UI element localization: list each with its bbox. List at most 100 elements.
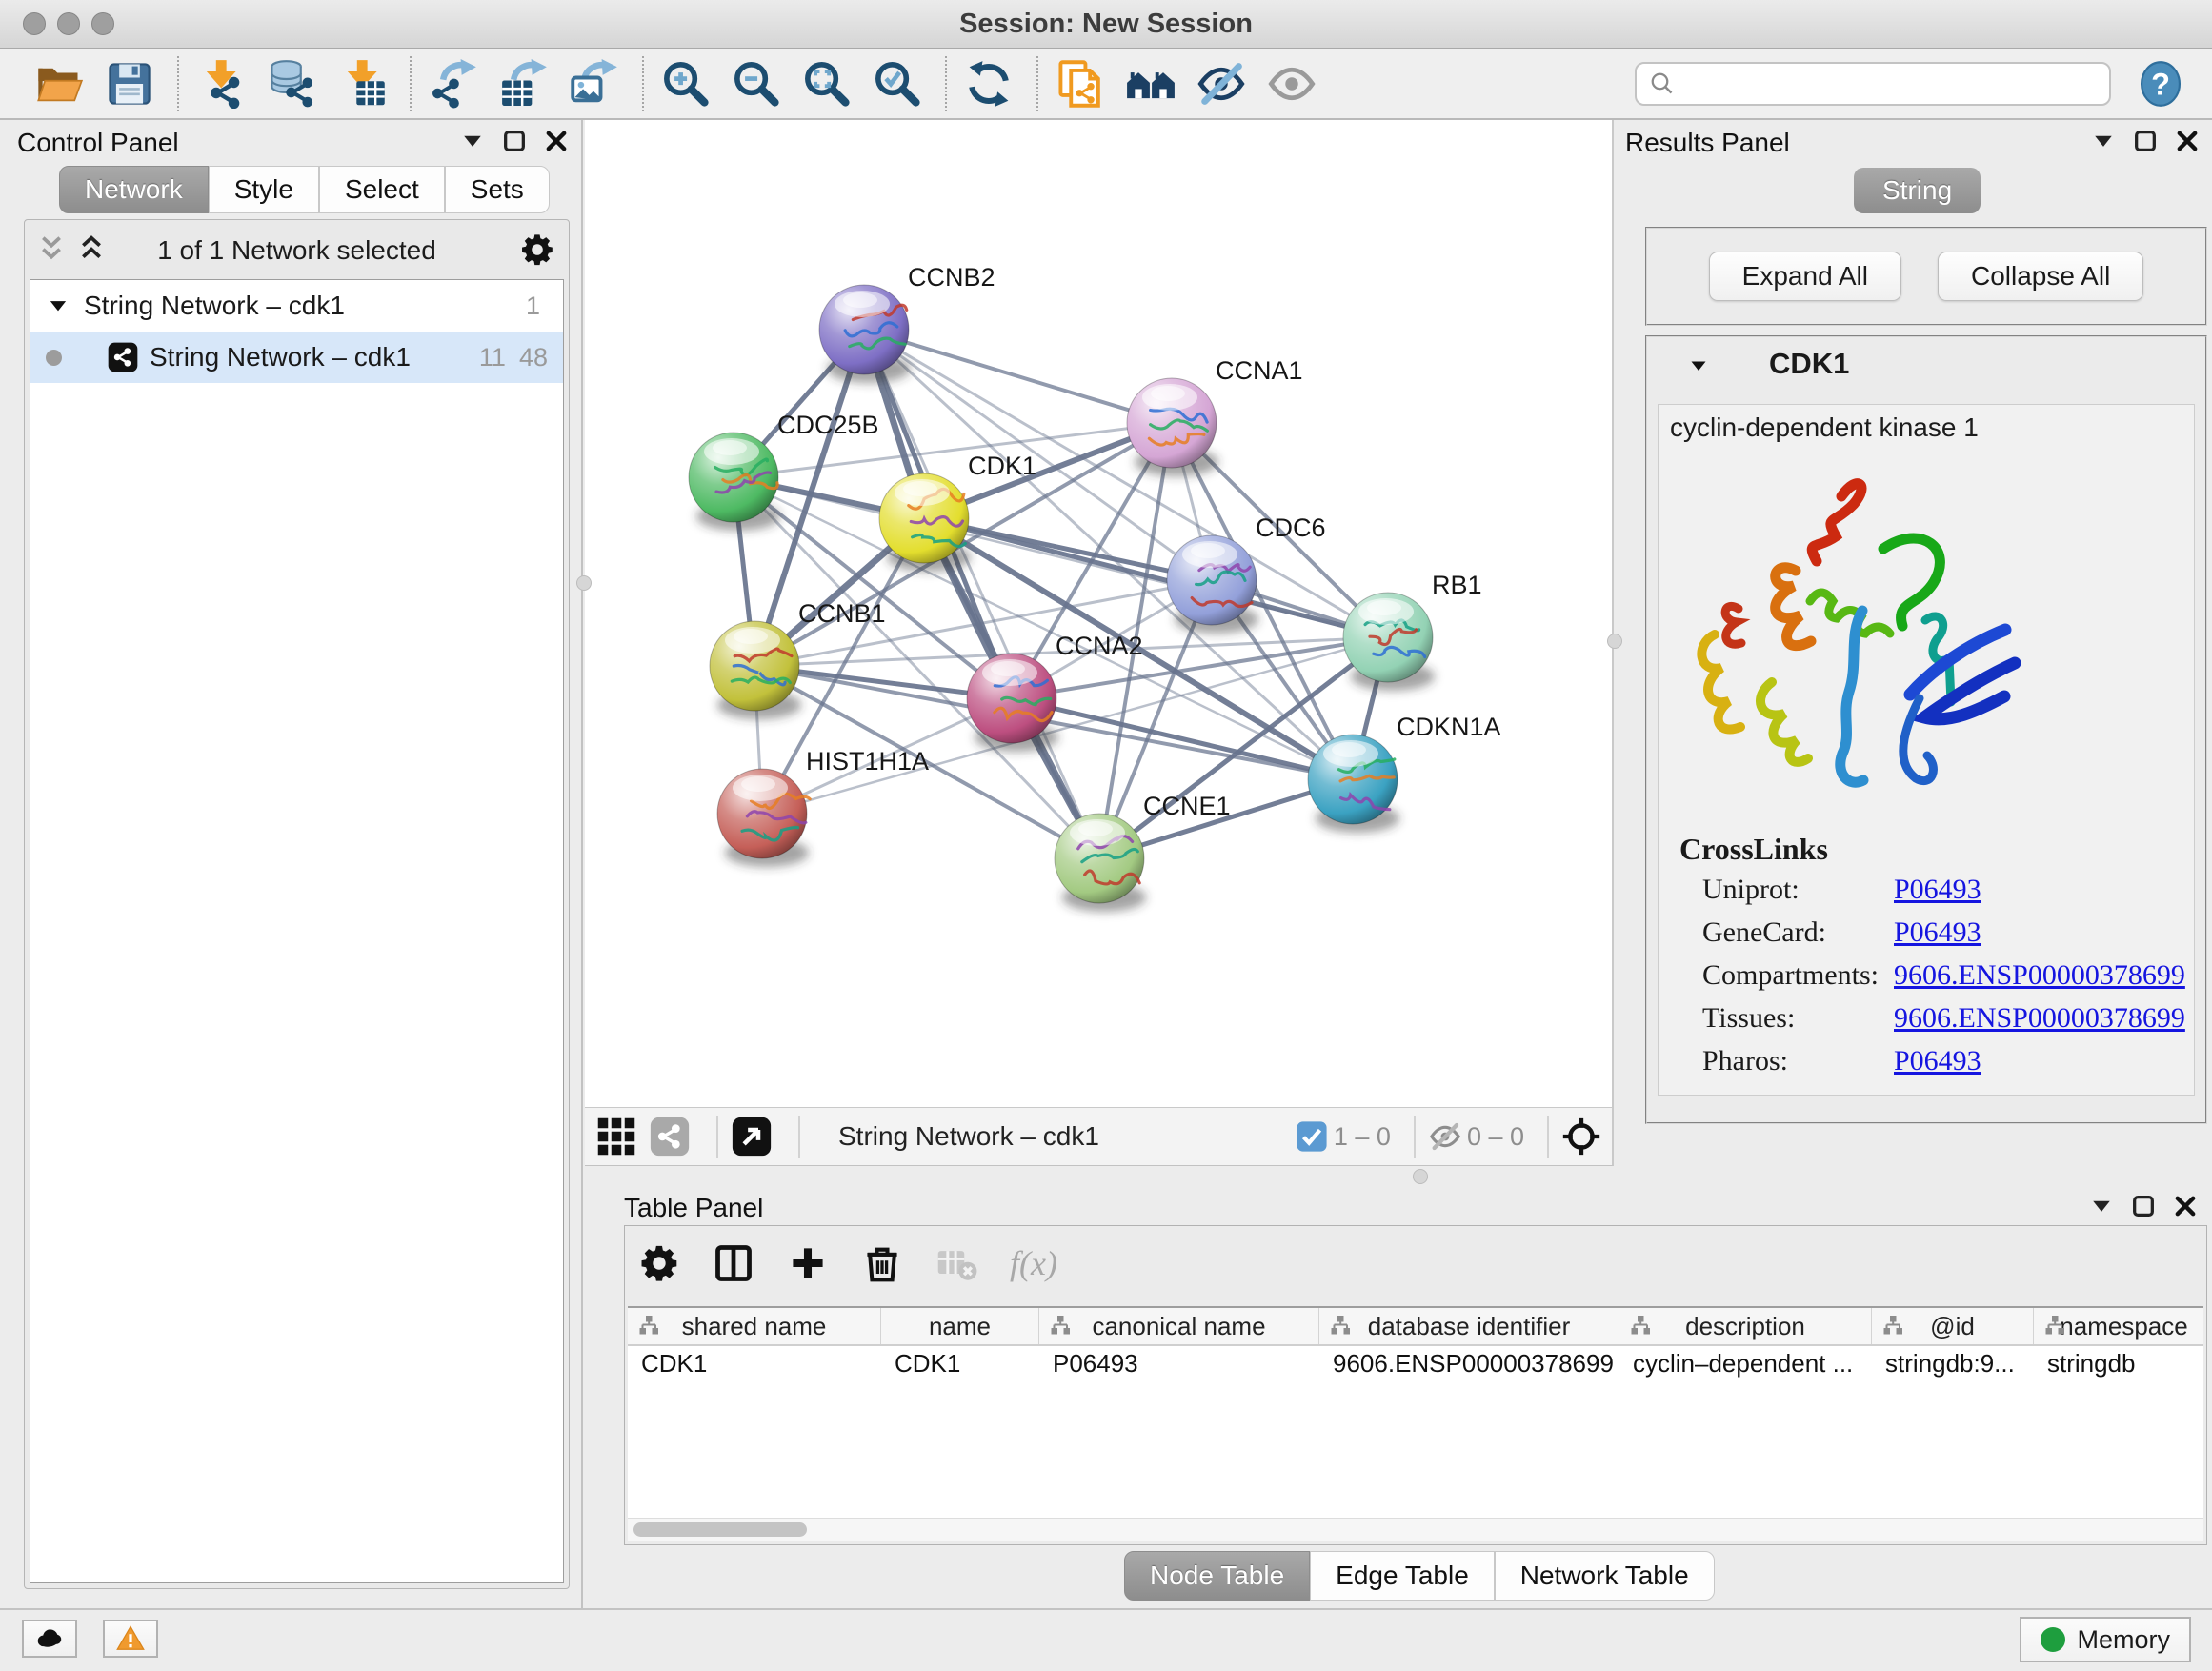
zoom-in-button[interactable] [659,57,713,111]
tab-string[interactable]: String [1854,168,1981,213]
selected-nodes-checkbox-icon[interactable] [1296,1120,1328,1153]
crosslink-value-link[interactable]: P06493 [1894,1045,1981,1077]
node-HIST1H1A[interactable]: HIST1H1A [717,747,929,867]
birds-eye-view-button[interactable] [732,1117,772,1157]
create-column-button[interactable] [787,1242,829,1284]
open-session-button[interactable] [32,57,86,111]
node-CCNA1[interactable]: CCNA1 [1127,356,1303,476]
left-splitter-handle[interactable] [576,575,592,591]
import-network-file-button[interactable] [194,57,248,111]
zoom-out-button[interactable] [730,57,783,111]
apply-layout-button[interactable] [962,57,1016,111]
column-header-@id[interactable]: @id [1872,1308,2034,1344]
zoom-selected-button[interactable] [871,57,924,111]
node-CDK1[interactable]: CDK1 [879,452,1036,572]
hide-selected-icon [1196,59,1246,109]
section-expander-icon[interactable] [1687,354,1710,377]
crosslink-label: GeneCard: [1702,916,1826,949]
control-panel-header: Control Panel [0,120,581,162]
crosslink-row: Tissues:9606.ENSP00000378699 [1702,1002,2184,1042]
search-input[interactable] [1684,68,2098,99]
network-canvas[interactable]: CCNB2CCNA1CDC25BCDK1CDC6RB1CCNB1CCNA2CDK… [585,120,1614,1107]
hide-selected-button[interactable] [1195,57,1248,111]
tab-edge-table[interactable]: Edge Table [1310,1551,1495,1601]
delete-column-button[interactable] [861,1242,903,1284]
edge-CCNB2-CCNA1[interactable] [864,330,1172,423]
table-cell: stringdb [2034,1349,2203,1379]
fit-content-button[interactable] [800,57,854,111]
crosslink-value-link[interactable]: P06493 [1894,874,1981,906]
network-options-button[interactable] [519,232,555,272]
tab-sets[interactable]: Sets [445,166,550,213]
column-header-namespace[interactable]: namespace [2034,1308,2203,1344]
collection-expander-icon[interactable] [46,293,70,318]
collapse-all-button[interactable]: Collapse All [1938,252,2143,301]
gear-icon [638,1242,680,1284]
crosslink-value-link[interactable]: 9606.ENSP00000378699 [1894,959,2185,992]
close-panel-icon[interactable] [2172,1193,2199,1219]
edge-CCNB2-CCNE1[interactable] [864,330,1099,858]
column-header-shared-name[interactable]: shared name [628,1308,881,1344]
help-icon: ? [2136,59,2185,109]
undock-panel-icon[interactable] [501,128,528,154]
table-row[interactable]: CDK1CDK1P064939606.ENSP00000378699cyclin… [628,1344,2203,1382]
tab-network[interactable]: Network [59,166,209,213]
save-session-button[interactable] [103,57,156,111]
network-collection-row[interactable]: String Network – cdk1 1 [30,280,563,332]
memory-button[interactable]: Memory [2020,1617,2191,1662]
undock-panel-icon[interactable] [2130,1193,2157,1219]
import-table-file-icon [337,59,387,109]
tab-style[interactable]: Style [209,166,319,213]
network-row[interactable]: String Network – cdk1 11 48 [30,332,563,383]
protein-section-header[interactable]: CDK1 [1647,337,2205,393]
show-columns-button[interactable] [713,1242,754,1284]
warnings-button[interactable] [103,1620,158,1658]
delete-table-button[interactable] [935,1242,977,1284]
tab-network-table[interactable]: Network Table [1495,1551,1715,1601]
tab-node-table[interactable]: Node Table [1124,1551,1310,1601]
node-CDKN1A[interactable]: CDKN1A [1308,713,1501,833]
crosslink-value-link[interactable]: 9606.ENSP00000378699 [1894,1002,2185,1035]
function-builder-button[interactable]: f(x) [1010,1243,1057,1283]
undock-panel-icon[interactable] [2132,128,2159,154]
edge-CCNA2-CDKN1A[interactable] [1012,698,1353,779]
network-view-icon[interactable] [650,1117,690,1157]
first-neighbors-button[interactable] [1124,57,1177,111]
close-panel-icon[interactable] [543,128,570,154]
node-RB1[interactable]: RB1 [1343,571,1482,691]
export-image-button[interactable] [568,57,621,111]
crosslink-value-link[interactable]: P06493 [1894,916,1981,949]
string-network-graph[interactable]: CCNB2CCNA1CDC25BCDK1CDC6RB1CCNB1CCNA2CDK… [585,120,1612,1105]
bottom-splitter-handle[interactable] [1413,1169,1428,1184]
export-network-button[interactable] [427,57,480,111]
show-all-button[interactable] [1265,57,1318,111]
node-CCNE1[interactable]: CCNE1 [1055,792,1231,912]
tab-select[interactable]: Select [319,166,445,213]
hidden-nodes-icon[interactable] [1429,1120,1461,1153]
close-panel-icon[interactable] [2174,128,2201,154]
column-header-database-identifier[interactable]: database identifier [1319,1308,1619,1344]
node-CCNB2[interactable]: CCNB2 [819,263,995,383]
clone-network-button[interactable] [1054,57,1107,111]
zoom-out-icon [732,59,781,109]
import-network-database-button[interactable] [265,57,318,111]
horizontal-scrollbar[interactable] [628,1518,2203,1541]
cloud-status-button[interactable] [22,1620,77,1658]
table-options-button[interactable] [638,1242,680,1284]
node-CCNB1[interactable]: CCNB1 [710,599,886,719]
float-panel-icon[interactable] [459,128,486,154]
scrollbar-thumb[interactable] [633,1522,807,1537]
help-button[interactable]: ? [2136,59,2185,109]
toolbar-separator [716,1116,718,1158]
import-table-file-button[interactable] [335,57,389,111]
float-panel-icon[interactable] [2090,128,2117,154]
show-grid-button[interactable] [596,1117,636,1157]
expand-all-button[interactable]: Expand All [1709,252,1901,301]
float-panel-icon[interactable] [2088,1193,2115,1219]
center-view-button[interactable] [1562,1117,1600,1156]
column-header-canonical-name[interactable]: canonical name [1039,1308,1319,1344]
column-header-description[interactable]: description [1619,1308,1872,1344]
toolbar-separator [1414,1116,1416,1158]
column-header-name[interactable]: name [881,1308,1039,1344]
export-table-button[interactable] [497,57,551,111]
